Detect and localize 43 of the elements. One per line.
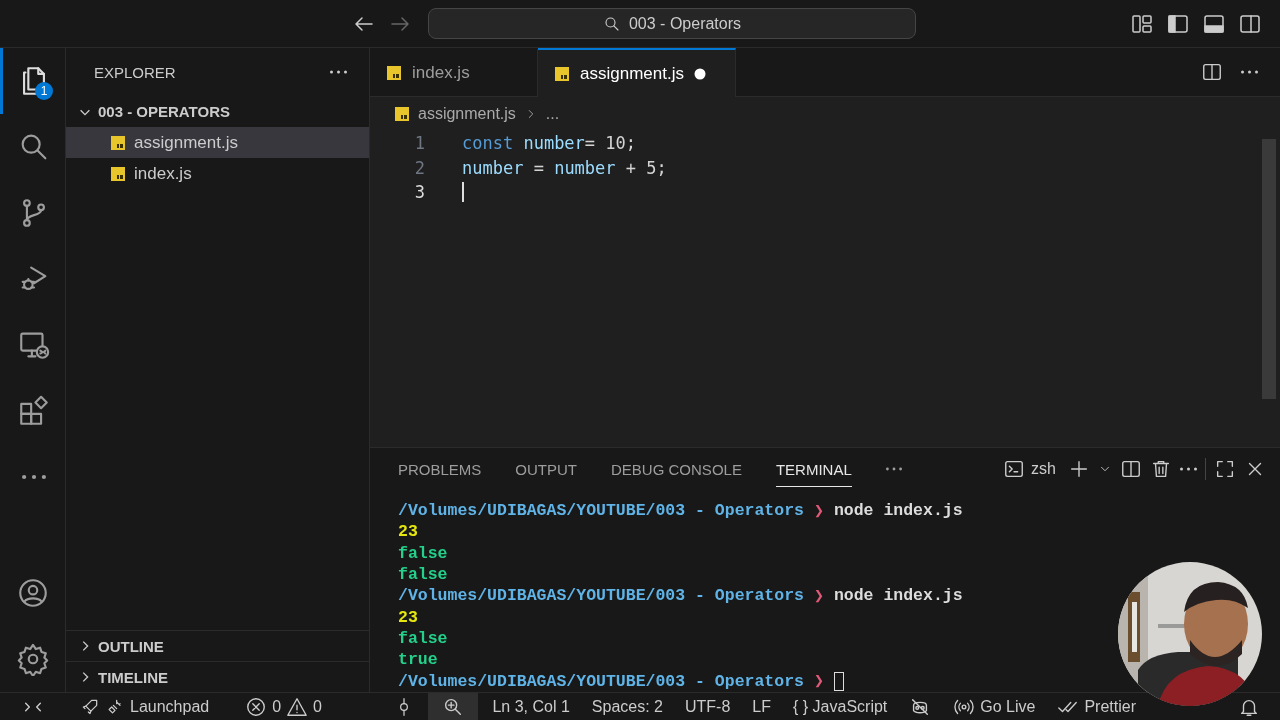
status-item[interactable]: UTF-8 xyxy=(677,693,739,720)
terminal-output: true xyxy=(398,650,438,670)
panel-tab[interactable]: PROBLEMS xyxy=(398,451,482,487)
terminal-output: 23 xyxy=(398,607,418,627)
breadcrumb-item[interactable]: ... xyxy=(545,105,560,123)
status-item[interactable]: LF xyxy=(744,693,779,720)
breadcrumb-item[interactable]: assignment.js xyxy=(418,105,516,123)
line-number: 2 xyxy=(413,157,425,178)
folder-item[interactable]: 003 - OPERATORS xyxy=(66,96,369,127)
golive-status[interactable]: Go Live xyxy=(945,693,1044,720)
problems-status[interactable]: 0 0 xyxy=(237,693,330,720)
prompt-symbol: ❯ xyxy=(813,585,824,606)
notification-badge: 1 xyxy=(35,82,53,100)
sidebar-title: EXPLORER xyxy=(94,63,176,81)
panel-tab[interactable]: OUTPUT xyxy=(515,451,578,487)
status-item[interactable]: Spaces: 2 xyxy=(583,693,671,720)
terminal-command: node index.js xyxy=(833,586,963,606)
line-number: 3 xyxy=(413,182,425,203)
code-line: number = number + 5; xyxy=(462,157,667,178)
editor-tab[interactable]: assignment.js xyxy=(538,48,736,97)
prompt-symbol: ❯ xyxy=(813,671,824,691)
launchpad-status[interactable]: Launchpad xyxy=(72,693,218,720)
language-status[interactable]: { } JavaScript xyxy=(785,693,896,720)
code-line: const number= 10; xyxy=(462,133,637,154)
file-item[interactable]: index.js xyxy=(66,158,369,189)
terminal-output: false xyxy=(398,628,448,648)
section-header[interactable]: OUTLINE xyxy=(66,630,369,661)
terminal-output: false xyxy=(398,543,448,563)
prompt-path: /Volumes/UDIBAGAS/YOUTUBE/003 - Operators xyxy=(398,501,804,521)
terminal-command: node index.js xyxy=(833,501,963,521)
status-item[interactable]: Ln 3, Col 1 xyxy=(484,693,578,720)
prompt-path: /Volumes/UDIBAGAS/YOUTUBE/003 - Operators xyxy=(398,671,804,691)
terminal-output: 23 xyxy=(398,522,418,542)
panel-tab[interactable]: TERMINAL xyxy=(775,451,852,487)
terminal-shell-button[interactable]: zsh xyxy=(999,454,1060,484)
command-center[interactable]: 003 - Operators xyxy=(428,8,916,39)
prettier-status[interactable]: Prettier xyxy=(1049,693,1144,720)
line-number: 1 xyxy=(413,133,425,154)
prompt-symbol: ❯ xyxy=(813,500,824,521)
terminal-output: false xyxy=(398,565,448,585)
panel-tab[interactable]: DEBUG CONSOLE xyxy=(611,451,742,487)
file-item[interactable]: assignment.js xyxy=(66,127,369,158)
prompt-path: /Volumes/UDIBAGAS/YOUTUBE/003 - Operators xyxy=(398,586,804,606)
